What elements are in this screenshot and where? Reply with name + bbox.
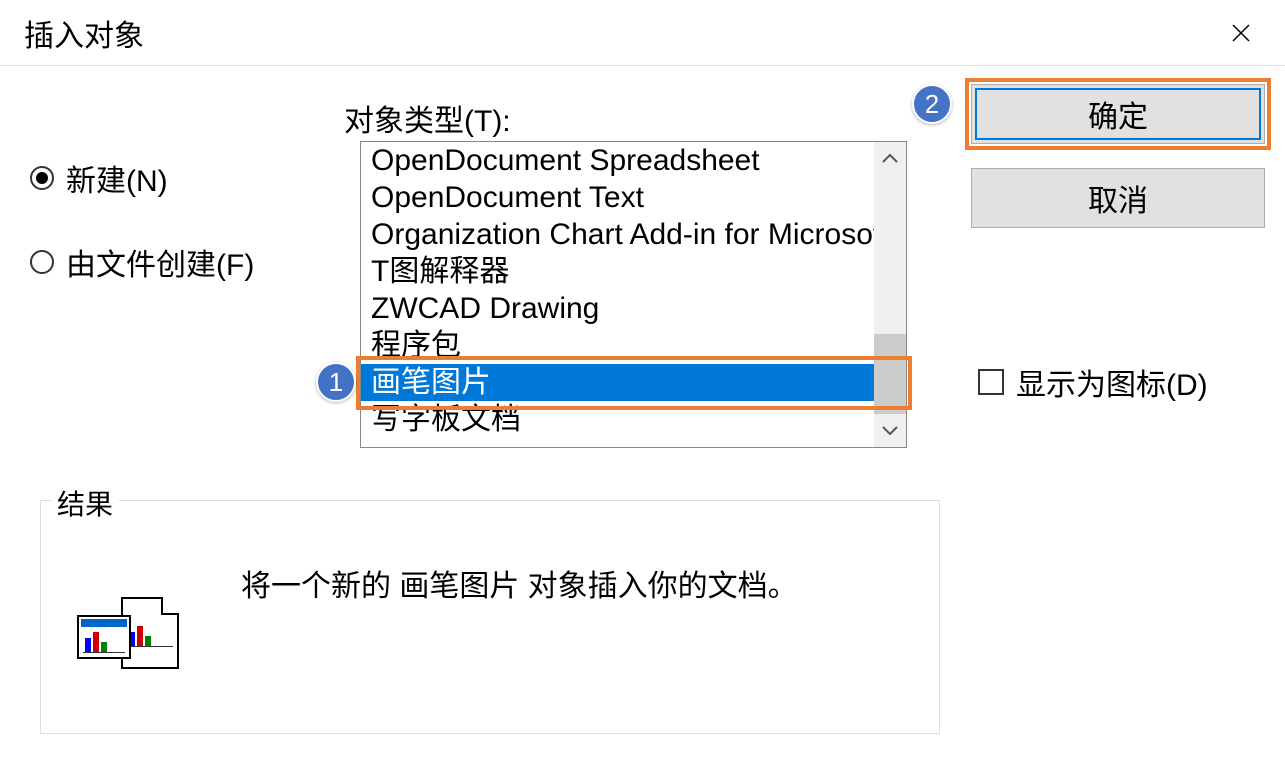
cancel-button[interactable]: 取消 [971,168,1265,228]
list-item-selected[interactable]: 画笔图片 [361,364,874,401]
listbox-scrollbar[interactable] [874,142,906,447]
object-type-listbox[interactable]: OpenDocument Spreadsheet OpenDocument Te… [360,141,907,448]
create-mode-radio-group: 新建(N) 由文件创建(F) [30,156,254,324]
chevron-down-icon [882,426,898,436]
close-button[interactable] [1221,13,1261,53]
list-item[interactable]: Organization Chart Add-in for Microsof [361,216,874,253]
radio-indicator-icon [30,166,54,190]
result-group: 结果 将一个新的 画笔图片 对象插入你的文档。 [40,500,940,734]
close-icon [1231,23,1251,43]
ok-button[interactable]: 确定 [971,84,1265,144]
object-embed-icon [77,597,185,685]
list-item[interactable]: T图解释器 [361,253,874,290]
dialog-buttons: 确定 取消 [971,84,1265,252]
annotation-badge-2: 2 [912,84,952,124]
chevron-up-icon [882,153,898,163]
radio-new[interactable]: 新建(N) [30,156,254,200]
radio-from-file-label: 由文件创建(F) [66,240,254,284]
title-bar: 插入对象 [0,0,1285,66]
dialog-content: 新建(N) 由文件创建(F) 对象类型(T): OpenDocument Spr… [0,66,1285,781]
result-legend: 结果 [51,483,119,523]
list-item[interactable]: ZWCAD Drawing [361,290,874,327]
radio-from-file[interactable]: 由文件创建(F) [30,240,254,284]
display-as-icon-checkbox[interactable]: 显示为图标(D) [978,360,1208,404]
checkbox-box-icon [978,369,1004,395]
display-as-icon-label: 显示为图标(D) [1016,360,1208,404]
list-item[interactable]: OpenDocument Text [361,179,874,216]
radio-new-label: 新建(N) [66,156,168,200]
result-description: 将一个新的 画笔图片 对象插入你的文档。 [241,561,798,605]
list-item[interactable]: OpenDocument Spreadsheet [361,142,874,179]
object-type-label: 对象类型(T): [344,96,511,140]
dialog-title: 插入对象 [24,11,144,55]
scroll-down-button[interactable] [874,415,906,447]
annotation-badge-1: 1 [316,362,356,402]
list-item[interactable]: 写字板文档 [361,401,874,438]
scroll-thumb[interactable] [874,334,906,414]
listbox-items: OpenDocument Spreadsheet OpenDocument Te… [361,142,874,447]
scroll-up-button[interactable] [874,142,906,174]
list-item[interactable]: 程序包 [361,327,874,364]
radio-indicator-icon [30,250,54,274]
